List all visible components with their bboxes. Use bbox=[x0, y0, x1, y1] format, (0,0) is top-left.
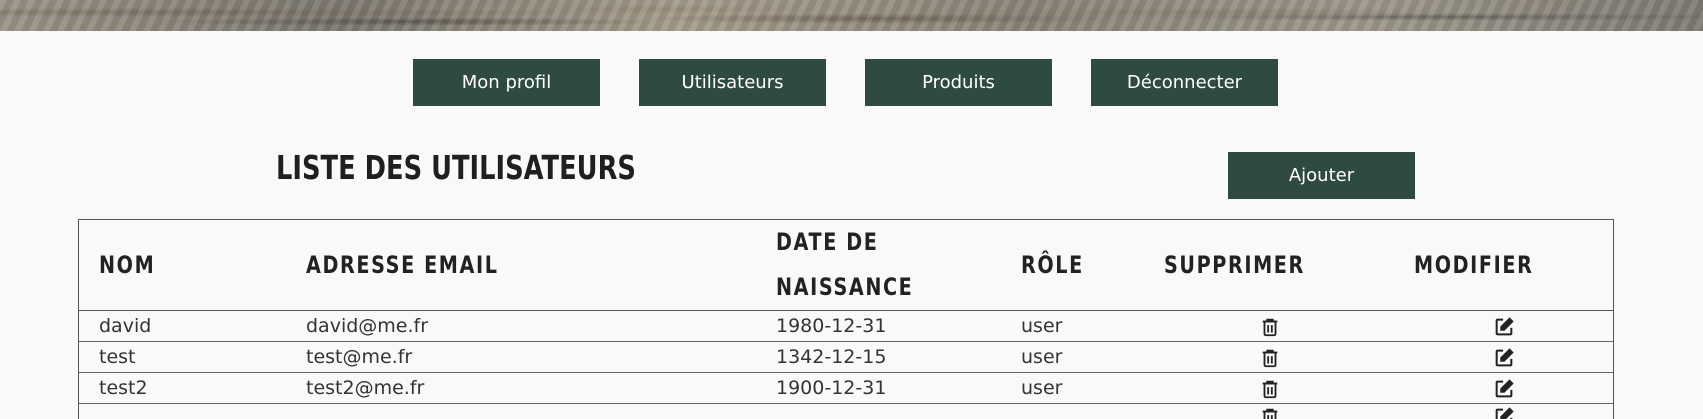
cell-role: user bbox=[1021, 342, 1062, 373]
cell-role: user bbox=[1021, 373, 1062, 404]
header-role: RÔLE bbox=[1021, 243, 1084, 288]
cell-birth-date: 1980-12-31 bbox=[776, 311, 886, 342]
cell-name: david bbox=[99, 311, 151, 342]
nav-mon-profil-button[interactable]: Mon profil bbox=[413, 59, 600, 106]
cell-birth-date: 1342-12-15 bbox=[776, 342, 886, 373]
edit-icon[interactable] bbox=[1493, 378, 1515, 400]
trash-icon[interactable] bbox=[1259, 406, 1281, 419]
cell-email: david@me.fr bbox=[306, 311, 428, 342]
users-table: NOM ADRESSE EMAIL DATE DE NAISSANCE RÔLE… bbox=[78, 219, 1614, 419]
header-supprimer: SUPPRIMER bbox=[1164, 243, 1305, 288]
cell-email: test@me.fr bbox=[306, 342, 412, 373]
table-row-partial bbox=[79, 404, 1613, 419]
header-adresse-email: ADRESSE EMAIL bbox=[306, 243, 499, 288]
table-row: david david@me.fr 1980-12-31 user bbox=[79, 311, 1613, 342]
nav-deconnecter-button[interactable]: Déconnecter bbox=[1091, 59, 1278, 106]
cell-role: user bbox=[1021, 311, 1062, 342]
cell-name: test2 bbox=[99, 373, 148, 404]
trash-icon[interactable] bbox=[1259, 347, 1281, 369]
header-banner-image bbox=[0, 0, 1703, 31]
nav-utilisateurs-button[interactable]: Utilisateurs bbox=[639, 59, 826, 106]
edit-icon[interactable] bbox=[1493, 347, 1515, 369]
add-user-button[interactable]: Ajouter bbox=[1228, 152, 1415, 199]
cell-name: test bbox=[99, 342, 136, 373]
cell-email: test2@me.fr bbox=[306, 373, 424, 404]
nav-produits-button[interactable]: Produits bbox=[865, 59, 1052, 106]
trash-icon[interactable] bbox=[1259, 378, 1281, 400]
table-header-row: NOM ADRESSE EMAIL DATE DE NAISSANCE RÔLE… bbox=[79, 220, 1613, 311]
edit-icon[interactable] bbox=[1493, 316, 1515, 338]
header-date-line2: NAISSANCE bbox=[776, 265, 913, 310]
trash-icon[interactable] bbox=[1259, 316, 1281, 338]
cell-birth-date: 1900-12-31 bbox=[776, 373, 886, 404]
header-modifier: MODIFIER bbox=[1414, 243, 1533, 288]
page-title: LISTE DES UTILISATEURS bbox=[276, 148, 636, 187]
table-row: test test@me.fr 1342-12-15 user bbox=[79, 342, 1613, 373]
header-nom: NOM bbox=[99, 243, 155, 288]
table-row: test2 test2@me.fr 1900-12-31 user bbox=[79, 373, 1613, 404]
edit-icon[interactable] bbox=[1493, 406, 1515, 419]
header-date-line1: DATE DE bbox=[776, 220, 913, 265]
header-date-naissance: DATE DE NAISSANCE bbox=[776, 220, 913, 310]
